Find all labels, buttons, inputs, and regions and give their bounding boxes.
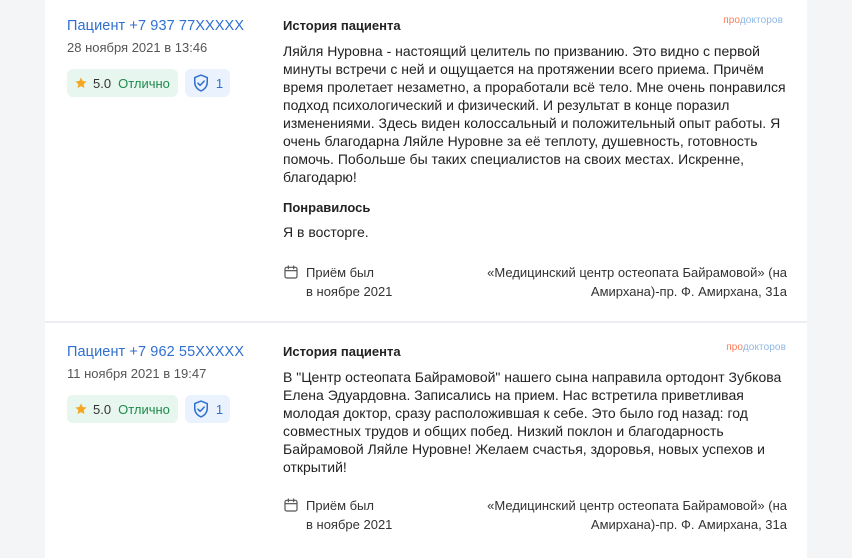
logo-pro: про bbox=[726, 342, 743, 353]
patient-name-link[interactable]: Пациент +7 937 77XXXXX bbox=[67, 18, 267, 34]
rating-word: Отлично bbox=[118, 401, 170, 417]
verified-badge[interactable]: 1 bbox=[184, 395, 231, 423]
visit-date: в ноябре 2021 bbox=[306, 284, 393, 299]
visit-info: Приём был в ноябре 2021 bbox=[283, 263, 392, 301]
clinic-name-line1: «Медицинский центр остеопата Байрамовой»… bbox=[487, 265, 787, 280]
clinic-name-line2: Амирхана)-пр. Ф. Амирхана, 31а bbox=[590, 284, 787, 299]
verified-count: 1 bbox=[215, 401, 224, 417]
logo-pro: про bbox=[723, 15, 740, 26]
history-text: В "Центр остеопата Байрамовой" нашего сы… bbox=[283, 369, 782, 475]
history-text: Ляйля Нуровна - настоящий целитель по пр… bbox=[283, 43, 786, 185]
rating-score: 5.0 bbox=[93, 401, 112, 417]
clinic-name-line1: «Медицинский центр остеопата Байрамовой»… bbox=[487, 498, 787, 513]
visit-label: Приём был bbox=[306, 265, 374, 280]
verified-badge[interactable]: 1 bbox=[184, 69, 231, 97]
liked-title: Понравилось bbox=[283, 200, 371, 215]
visit-info: Приём был в ноябре 2021 bbox=[283, 496, 392, 534]
review-body: История пациента В "Центр остеопата Байр… bbox=[283, 344, 788, 476]
review-badges: 5.0 Отлично 1 bbox=[67, 69, 267, 97]
clinic-name-line2: Амирхана)-пр. Ф. Амирхана, 31а bbox=[590, 517, 787, 532]
review-footer: Приём был в ноябре 2021 «Медицинский цен… bbox=[283, 496, 787, 534]
shield-check-icon bbox=[193, 400, 208, 418]
visit-label: Приём был bbox=[306, 498, 374, 513]
logo-doc: докторов bbox=[742, 342, 786, 353]
review-date: 28 ноября 2021 в 13:46 bbox=[67, 40, 208, 55]
visit-date: в ноябре 2021 bbox=[306, 517, 393, 532]
review-body: История пациента Ляйля Нуровна - настоящ… bbox=[283, 18, 788, 240]
rating-score: 5.0 bbox=[93, 75, 112, 91]
clinic-link[interactable]: «Медицинский центр остеопата Байрамовой»… bbox=[467, 263, 787, 301]
rating-word: Отлично bbox=[118, 75, 170, 91]
prodoktorov-logo: продокторов bbox=[723, 15, 783, 26]
review-date: 11 ноября 2021 в 19:47 bbox=[67, 366, 207, 381]
shield-check-icon bbox=[193, 74, 208, 92]
rating-badge: 5.0 Отлично bbox=[67, 69, 178, 97]
rating-badge: 5.0 Отлично bbox=[67, 395, 178, 423]
calendar-icon bbox=[284, 498, 298, 512]
review-footer: Приём был в ноябре 2021 «Медицинский цен… bbox=[283, 263, 787, 301]
review-card: Пациент +7 962 55XXXXX 11 ноября 2021 в … bbox=[45, 323, 807, 558]
prodoktorov-logo: продокторов bbox=[726, 342, 786, 353]
verified-count: 1 bbox=[215, 75, 224, 91]
review-badges: 5.0 Отлично 1 bbox=[67, 395, 267, 423]
calendar-icon bbox=[284, 265, 298, 279]
history-title: История пациента bbox=[283, 18, 401, 33]
history-title: История пациента bbox=[283, 344, 401, 359]
clinic-link[interactable]: «Медицинский центр остеопата Байрамовой»… bbox=[467, 496, 787, 534]
star-icon bbox=[75, 77, 87, 89]
review-author-block: Пациент +7 962 55XXXXX 11 ноября 2021 в … bbox=[67, 344, 267, 423]
star-icon bbox=[75, 403, 87, 415]
review-card: Пациент +7 937 77XXXXX 28 ноября 2021 в … bbox=[45, 0, 807, 321]
liked-text: Я в восторге. bbox=[283, 224, 369, 240]
review-author-block: Пациент +7 937 77XXXXX 28 ноября 2021 в … bbox=[67, 18, 267, 97]
logo-doc: докторов bbox=[739, 15, 783, 26]
patient-name-link[interactable]: Пациент +7 962 55XXXXX bbox=[67, 344, 267, 360]
